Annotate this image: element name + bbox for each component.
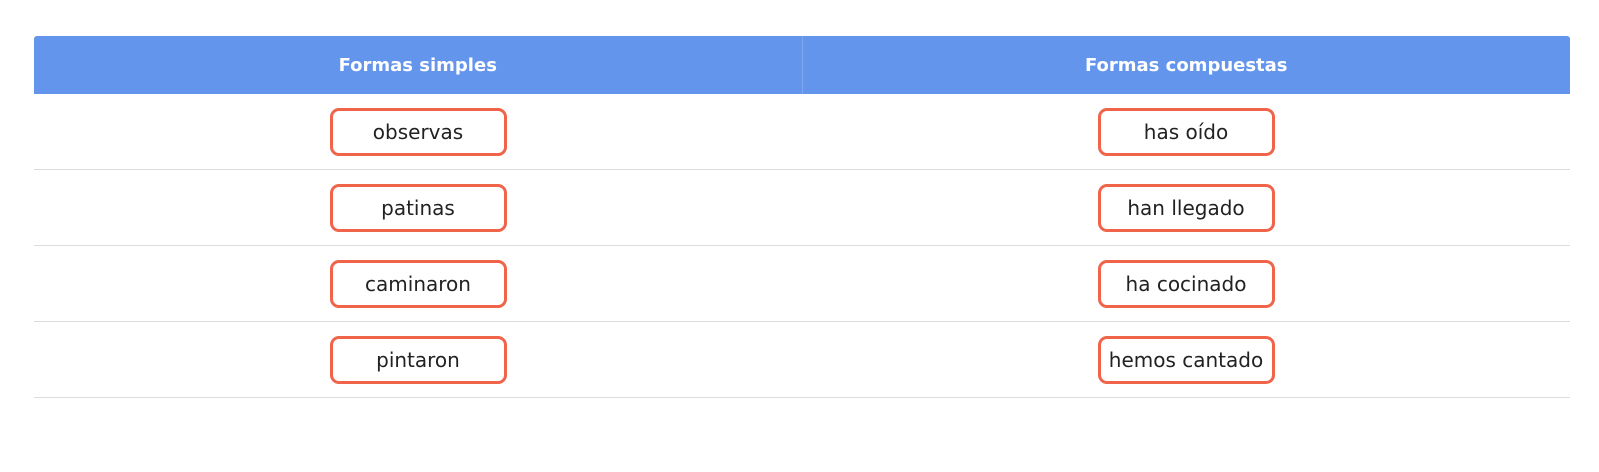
table-body: observas has oído patinas han llegado ca… <box>34 94 1570 398</box>
table-cell: pintaron <box>34 321 802 398</box>
draggable-word-chip[interactable]: hemos cantado <box>1097 335 1275 384</box>
table-cell: observas <box>34 94 802 170</box>
verb-forms-table-container: Formas simples Formas compuestas observa… <box>34 36 1570 398</box>
table-cell: patinas <box>34 169 802 246</box>
table-cell: han llegado <box>802 169 1570 246</box>
draggable-word-chip[interactable]: han llegado <box>1097 183 1275 232</box>
draggable-word-chip[interactable]: has oído <box>1097 107 1275 156</box>
draggable-word-chip[interactable]: ha cocinado <box>1097 259 1275 308</box>
table-row: patinas han llegado <box>34 169 1570 246</box>
table-row: observas has oído <box>34 94 1570 170</box>
verb-forms-table: Formas simples Formas compuestas observa… <box>34 36 1570 398</box>
table-row: pintaron hemos cantado <box>34 321 1570 398</box>
table-row: caminaron ha cocinado <box>34 245 1570 322</box>
draggable-word-chip[interactable]: pintaron <box>329 335 507 384</box>
column-header-compound-forms: Formas compuestas <box>802 36 1570 94</box>
table-cell: ha cocinado <box>802 245 1570 322</box>
draggable-word-chip[interactable]: patinas <box>329 183 507 232</box>
table-cell: caminaron <box>34 245 802 322</box>
table-cell: has oído <box>802 94 1570 170</box>
draggable-word-chip[interactable]: caminaron <box>329 259 507 308</box>
header-row: Formas simples Formas compuestas <box>34 36 1570 94</box>
table-cell: hemos cantado <box>802 321 1570 398</box>
draggable-word-chip[interactable]: observas <box>329 107 507 156</box>
table-header: Formas simples Formas compuestas <box>34 36 1570 94</box>
column-header-simple-forms: Formas simples <box>34 36 803 94</box>
